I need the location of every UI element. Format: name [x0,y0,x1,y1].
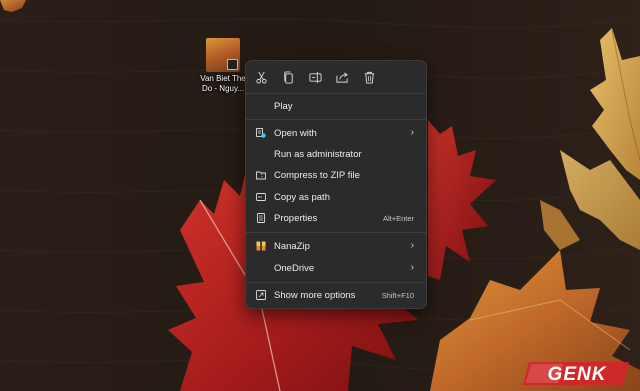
chevron-right-icon: › [410,262,414,273]
menu-divider [246,119,426,120]
menu-item-nanazip[interactable]: NanaZip › [250,236,422,256]
menu-item-label: Play [274,101,293,112]
menu-divider [246,232,426,233]
nanazip-icon [256,241,266,251]
share-icon [335,71,348,83]
shortcut-label: Alt+Enter [382,214,414,223]
chevron-right-icon: › [410,127,414,138]
copy-path-icon [256,193,266,201]
menu-item-properties[interactable]: Properties Alt+Enter [250,208,422,228]
menu-item-run-as-administrator[interactable]: Run as administrator [250,144,422,164]
delete-button[interactable] [361,69,377,85]
delete-icon [364,71,374,84]
context-menu-toolbar [246,61,426,93]
menu-item-label: Open with [274,128,317,139]
share-button[interactable] [334,69,350,85]
menu-divider [246,282,426,283]
menu-item-label: Copy as path [274,192,330,203]
genk-watermark-logo: GENK [523,362,629,385]
media-overlay-icon [227,59,238,70]
menu-item-compress-zip[interactable]: Compress to ZIP file [250,165,422,185]
menu-item-copy-as-path[interactable]: Copy as path [250,187,422,207]
copy-icon [283,70,293,84]
copy-button[interactable] [280,69,296,85]
zip-folder-icon [256,171,266,180]
rename-icon [308,71,322,83]
menu-item-label: Run as administrator [274,149,362,160]
open-with-icon [256,128,266,138]
desktop-file-icon[interactable]: Van Biet The Do - Nguy... [197,38,249,94]
show-more-options-icon [256,290,266,300]
context-menu: Play Open with › Run as administrator Co… [245,60,427,309]
menu-item-label: Show more options [274,290,356,301]
menu-item-play[interactable]: Play [250,96,422,116]
menu-item-open-with[interactable]: Open with › [250,123,422,143]
menu-item-label: NanaZip [274,241,310,252]
properties-icon [257,213,265,223]
cut-button[interactable] [253,69,269,85]
menu-item-show-more-options[interactable]: Show more options Shift+F10 [250,285,422,305]
chevron-right-icon: › [410,240,414,251]
shortcut-label: Shift+F10 [381,291,414,300]
menu-item-label: Compress to ZIP file [274,170,360,181]
rename-button[interactable] [307,69,323,85]
svg-text:GENK: GENK [548,364,607,385]
desktop-file-label: Van Biet The Do - Nguy... [200,74,246,93]
video-thumbnail-icon [206,38,240,72]
menu-item-label: Properties [274,213,318,224]
toolbar-divider [246,93,426,94]
menu-item-onedrive[interactable]: OneDrive › [250,258,422,278]
cut-icon [255,71,267,84]
menu-item-label: OneDrive [274,263,315,274]
